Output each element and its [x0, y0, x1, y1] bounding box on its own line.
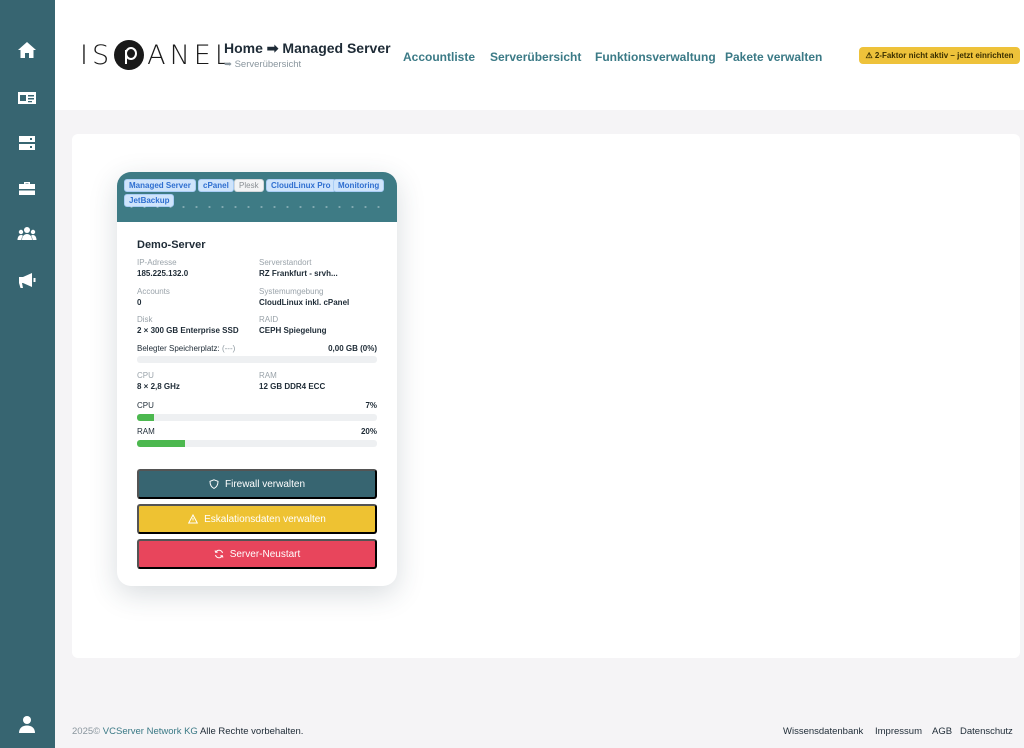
restart-button-label: Server-Neustart — [229, 548, 301, 560]
storage-bar — [137, 356, 377, 363]
tag-cloudlinux-pro: CloudLinux Pro — [266, 179, 336, 192]
raid-label: RAID — [259, 315, 279, 324]
ram-value: 12 GB DDR4 ECC — [259, 382, 326, 391]
breadcrumb: Home ➡ Managed Server — [224, 40, 391, 56]
storage-value: 0,00 GB (0%) — [328, 344, 377, 353]
megaphone-icon[interactable] — [17, 270, 37, 290]
tag-plesk: Plesk — [234, 179, 264, 192]
cpu-usage-value: 7% — [365, 401, 377, 410]
ispanel-logo[interactable]: IS ANEL — [80, 38, 234, 72]
storage-label: Belegter Speicherplatz: (---) — [137, 344, 236, 353]
disk-label: Disk — [137, 315, 153, 324]
location-value: RZ Frankfurt - srvh... — [259, 269, 338, 278]
toolbox-icon[interactable] — [17, 178, 37, 198]
restart-button[interactable]: Server-Neustart — [137, 539, 377, 569]
footer-link-wissensdatenbank[interactable]: Wissensdatenbank — [783, 726, 863, 737]
id-card-icon[interactable] — [17, 88, 37, 108]
server-name: Demo-Server — [137, 239, 206, 251]
logo-p-mark — [114, 40, 145, 70]
cpu-usage-label: CPU — [137, 401, 154, 410]
nav-serveruebersicht[interactable]: Serverübersicht — [490, 50, 581, 64]
ram-usage-value: 20% — [360, 427, 377, 436]
ram-usage-label: RAM — [137, 427, 155, 436]
warning-icon — [188, 514, 199, 524]
escalation-button-label: Eskalationsdaten verwalten — [204, 513, 326, 525]
nav-funktionsverwaltung[interactable]: Funktionsverwaltung — [595, 50, 716, 64]
shield-icon — [209, 479, 219, 489]
users-icon[interactable] — [17, 224, 37, 244]
server-icon[interactable] — [17, 133, 37, 153]
nav-accountliste[interactable]: Accountliste — [403, 50, 475, 64]
cpu-value: 8 × 2,8 GHz — [137, 382, 180, 391]
twofa-warning-badge[interactable]: ⚠ 2-Faktor nicht aktiv – jetzt einrichte… — [859, 47, 1020, 64]
cpu-usage-bar-fill — [137, 414, 154, 421]
footer-link-agb[interactable]: AGB — [932, 726, 952, 737]
ram-usage-bar-fill — [137, 440, 185, 447]
raid-value: CEPH Spiegelung — [259, 326, 327, 335]
tag-monitoring: Monitoring — [333, 179, 385, 192]
disk-value: 2 × 300 GB Enterprise SSD — [137, 326, 239, 335]
env-label: Systemumgebung — [259, 287, 324, 296]
refresh-icon — [214, 549, 224, 559]
tag-cpanel: cPanel — [198, 179, 234, 192]
ip-value: 185.225.132.0 — [137, 269, 189, 278]
page-subtitle: ➥ Serverübersicht — [224, 59, 302, 70]
ram-usage-bar — [137, 440, 377, 447]
ram-label: RAM — [259, 371, 277, 380]
firewall-button[interactable]: Firewall verwalten — [137, 469, 377, 499]
accounts-label: Accounts — [137, 287, 170, 296]
server-card: Managed Server cPanel Plesk CloudLinux P… — [117, 172, 397, 586]
user-icon[interactable] — [17, 714, 37, 734]
escalation-button[interactable]: Eskalationsdaten verwalten — [137, 504, 377, 534]
firewall-button-label: Firewall verwalten — [224, 478, 306, 490]
server-card-header: Managed Server cPanel Plesk CloudLinux P… — [117, 172, 397, 222]
company-link[interactable]: VCServer Network KG — [103, 726, 198, 737]
footer-link-impressum[interactable]: Impressum — [875, 726, 922, 737]
nav-pakete-verwalten[interactable]: Pakete verwalten — [725, 50, 822, 64]
top-bar: IS ANEL Home ➡ Managed Server ➥ Serverüb… — [55, 0, 1024, 110]
env-value: CloudLinux inkl. cPanel — [259, 298, 350, 307]
footer-link-datenschutz[interactable]: Datenschutz — [960, 726, 1013, 737]
copyright: 2025© VCServer Network KG Alle Rechte vo… — [72, 726, 304, 737]
cpu-usage-bar — [137, 414, 377, 421]
home-icon[interactable] — [17, 40, 37, 60]
tag-managed-server: Managed Server — [124, 179, 196, 192]
cpu-label: CPU — [137, 371, 154, 380]
ip-label: IP-Adresse — [137, 258, 177, 267]
sidebar — [0, 0, 55, 748]
accounts-value: 0 — [137, 298, 142, 307]
header-pattern — [125, 206, 389, 208]
location-label: Serverstandort — [259, 258, 312, 267]
